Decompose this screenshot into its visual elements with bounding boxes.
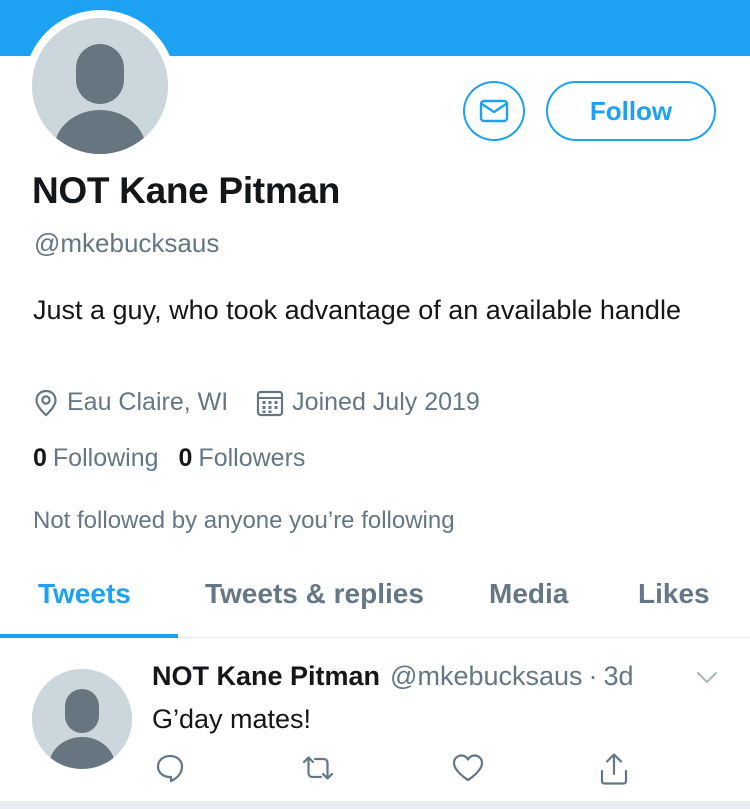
reply-icon[interactable]: [154, 752, 186, 784]
bottom-divider: [0, 801, 750, 809]
not-followed-notice: Not followed by anyone you’re following: [33, 507, 455, 534]
envelope-icon: [479, 99, 509, 123]
calendar-icon: [257, 390, 284, 416]
profile-bio: Just a guy, who took advantage of an ava…: [33, 295, 681, 325]
location-pin-icon: [35, 389, 57, 416]
tweet-avatar[interactable]: [32, 669, 132, 769]
location-item: Eau Claire, WI: [33, 388, 228, 417]
followers-label: Followers: [198, 444, 306, 472]
tweet-author-name[interactable]: NOT Kane Pitman: [152, 661, 380, 692]
profile-meta: Eau Claire, WI Joined July 2019: [33, 388, 508, 417]
tweet-header: NOT Kane Pitman @mkebucksaus · 3d: [152, 661, 634, 692]
joined-item: Joined July 2019: [256, 388, 480, 417]
share-icon[interactable]: [598, 752, 630, 786]
following-label: Following: [52, 444, 159, 472]
active-tab-indicator: [0, 634, 178, 638]
chevron-down-icon[interactable]: [696, 671, 718, 685]
profile-avatar[interactable]: [24, 10, 176, 162]
joined-text: Joined July 2019: [292, 388, 480, 416]
retweet-icon[interactable]: [300, 752, 336, 784]
followers-count: 0: [178, 444, 193, 472]
default-avatar-icon: [32, 18, 168, 154]
like-icon[interactable]: [451, 752, 485, 784]
tweet-author-handle[interactable]: @mkebucksaus: [390, 661, 582, 692]
profile-tabs: Tweets Tweets & replies Media Likes: [0, 566, 750, 638]
tweet-separator: ·: [588, 661, 598, 691]
tab-likes[interactable]: Likes: [638, 578, 710, 610]
tab-tweets-replies[interactable]: Tweets & replies: [205, 578, 424, 610]
profile-name: NOT Kane Pitman: [32, 170, 340, 211]
following-link[interactable]: 0 Following: [33, 444, 159, 473]
profile-handle: @mkebucksaus: [34, 228, 220, 258]
tweet-actions: [152, 752, 652, 786]
tweet-timestamp[interactable]: 3d: [604, 661, 634, 692]
tweet-item[interactable]: NOT Kane Pitman @mkebucksaus · 3d G’day …: [0, 639, 750, 809]
follow-button[interactable]: Follow: [546, 81, 716, 141]
following-count: 0: [33, 444, 47, 472]
tab-media[interactable]: Media: [489, 578, 568, 610]
message-button[interactable]: [463, 81, 525, 141]
location-text: Eau Claire, WI: [67, 388, 229, 416]
followers-link[interactable]: 0 Followers: [179, 444, 306, 473]
tweet-text: G’day mates!: [152, 704, 312, 734]
tab-tweets[interactable]: Tweets: [38, 578, 131, 610]
default-avatar-icon: [32, 669, 132, 769]
follow-counts: 0 Following 0 Followers: [33, 444, 325, 473]
